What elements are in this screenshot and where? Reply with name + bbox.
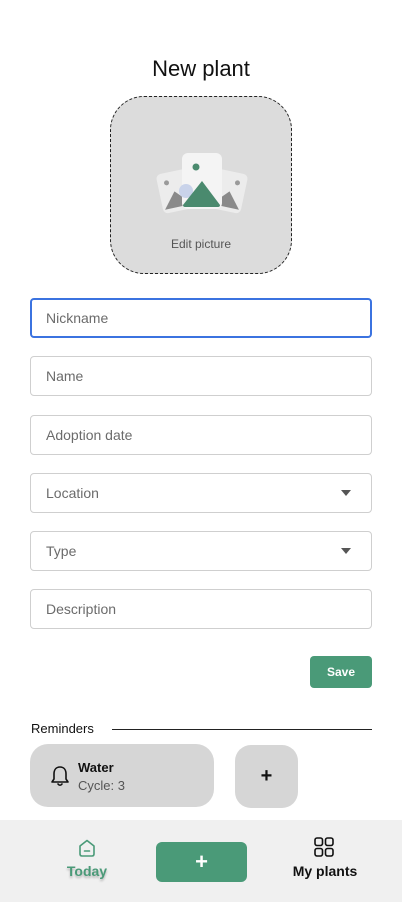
reminder-card-water[interactable]: Water Cycle: 3 <box>30 744 214 807</box>
reminders-heading: Reminders <box>31 721 94 736</box>
description-input[interactable] <box>31 590 371 628</box>
nickname-field[interactable] <box>30 298 372 338</box>
picture-picker[interactable]: Edit picture <box>110 96 292 274</box>
adoption-date-input[interactable] <box>31 416 371 454</box>
type-placeholder: Type <box>46 543 77 559</box>
nav-today-label: Today <box>66 863 108 879</box>
bottom-navigation: Today + My plants <box>0 820 402 902</box>
nav-my-plants-label: My plants <box>292 863 358 879</box>
name-field[interactable] <box>30 356 372 396</box>
reminder-cycle: Cycle: 3 <box>78 778 125 793</box>
image-gallery-icon <box>156 153 248 214</box>
add-reminder-button[interactable]: + <box>235 745 298 808</box>
nickname-input[interactable] <box>32 300 370 336</box>
edit-picture-label: Edit picture <box>170 237 232 251</box>
page-title: New plant <box>152 56 250 81</box>
location-placeholder: Location <box>46 485 99 501</box>
save-button[interactable]: Save <box>310 656 372 688</box>
type-select[interactable]: Type <box>30 531 372 571</box>
name-input[interactable] <box>31 357 371 395</box>
nav-today[interactable]: Today <box>60 838 114 888</box>
add-plant-button[interactable]: + <box>156 842 247 882</box>
grid-icon <box>314 837 334 857</box>
divider <box>112 729 372 730</box>
location-select[interactable]: Location <box>30 473 372 513</box>
nav-my-plants[interactable]: My plants <box>288 836 362 886</box>
chevron-down-icon <box>341 490 351 496</box>
bell-icon <box>51 766 69 787</box>
description-field[interactable] <box>30 589 372 629</box>
adoption-date-field[interactable] <box>30 415 372 455</box>
reminder-title: Water <box>78 760 114 775</box>
chevron-down-icon <box>341 548 351 554</box>
home-icon <box>79 839 95 857</box>
